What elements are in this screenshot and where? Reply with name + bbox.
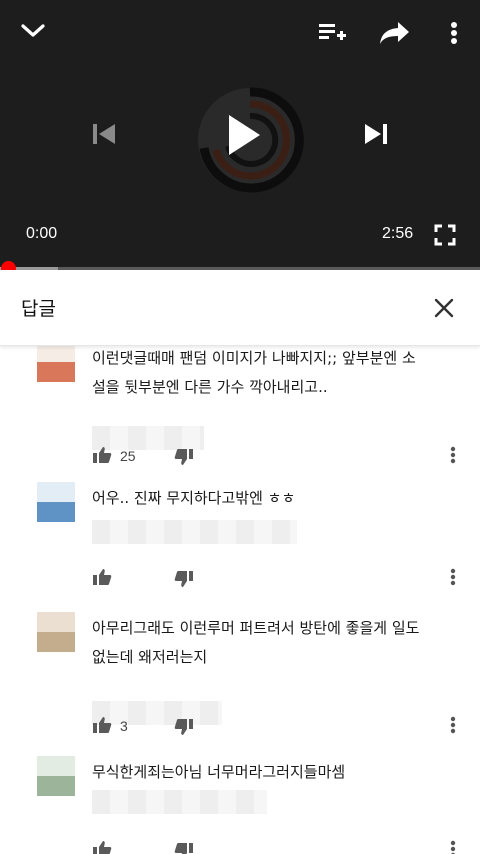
video-player[interactable]: 0:00 2:56 [0,0,480,270]
comment-more-icon[interactable] [450,446,456,468]
comment-item: 무식한게죄는아님 너무머라그러지들마셈 [0,756,480,854]
comment-text-line: 아무리그래도 이런루머 퍼트려서 방탄에 좋을게 일도 [92,619,420,637]
comment-actions [92,568,472,592]
close-icon[interactable] [430,294,458,322]
duration: 2:56 [382,225,414,242]
like-count: 25 [120,448,136,464]
avatar[interactable] [37,346,75,382]
comment-text-line: 무식한게죄는아님 너무머라그러지들마셈 [92,763,346,781]
replies-header: 답글 [0,270,480,346]
redacted-author-info [92,790,267,814]
add-to-queue-icon[interactable] [316,20,348,46]
share-icon[interactable] [377,18,411,48]
like-icon[interactable] [92,568,112,590]
more-vert-icon[interactable] [444,18,464,48]
dislike-icon[interactable] [174,570,194,592]
comment-more-icon[interactable] [450,840,456,854]
comment-text: 아무리그래도 이런루머 퍼트려서 방탄에 좋을게 일도없는데 왜저러는지 [92,614,462,672]
redacted-author-info [92,520,297,544]
like-icon[interactable] [92,840,112,854]
dislike-icon[interactable] [174,718,194,740]
comment-text-line: 어우.. 진짜 무지하다고밖엔 ㅎㅎ [92,489,296,507]
replies-title: 답글 [21,298,56,320]
like-count: 3 [120,718,128,734]
previous-icon[interactable] [88,118,120,150]
dislike-icon[interactable] [174,842,194,854]
comment-actions: 25 [92,446,472,470]
comment-more-icon[interactable] [450,568,456,590]
comment-text-line: 없는데 왜저러는지 [92,648,208,666]
play-icon[interactable] [222,110,266,160]
comment-actions: 3 [92,716,472,740]
current-time: 0:00 [26,225,58,242]
comment-list[interactable]: 이런댓글때매 팬덤 이미지가 나빠지지;; 앞부분엔 소설을 뒷부분엔 다른 가… [0,346,480,854]
fullscreen-icon[interactable] [432,222,458,248]
comment-item: 이런댓글때매 팬덤 이미지가 나빠지지;; 앞부분엔 소설을 뒷부분엔 다른 가… [0,346,480,482]
comment-actions [92,840,472,854]
like-icon[interactable] [92,446,112,468]
comment-text: 어우.. 진짜 무지하다고밖엔 ㅎㅎ [92,484,462,513]
comment-text-line: 설을 뒷부분엔 다른 가수 깍아내리고.. [92,378,328,396]
comment-text-line: 이런댓글때매 팬덤 이미지가 나빠지지;; 앞부분엔 소 [92,349,416,367]
avatar[interactable] [37,612,75,652]
comment-item: 어우.. 진짜 무지하다고밖엔 ㅎㅎ [0,482,480,622]
next-icon[interactable] [360,118,392,150]
like-icon[interactable] [92,716,112,738]
comment-text: 무식한게죄는아님 너무머라그러지들마셈 [92,758,462,787]
avatar[interactable] [37,756,75,796]
comment-more-icon[interactable] [450,716,456,738]
avatar[interactable] [37,482,75,522]
chevron-down-icon[interactable] [18,18,48,44]
comment-item: 아무리그래도 이런루머 퍼트려서 방탄에 좋을게 일도없는데 왜저러는지 3 [0,612,480,752]
dislike-icon[interactable] [174,448,194,470]
comment-text: 이런댓글때매 팬덤 이미지가 나빠지지;; 앞부분엔 소설을 뒷부분엔 다른 가… [92,346,462,402]
